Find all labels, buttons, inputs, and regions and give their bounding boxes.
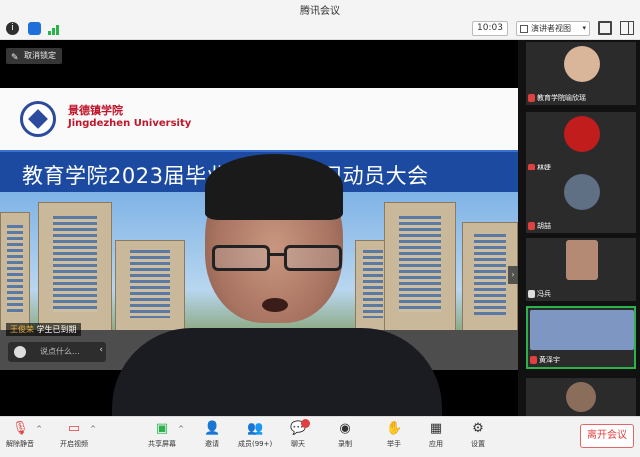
participant-name: 教育学院喻欣瑶 — [537, 94, 586, 102]
participant-name: 胡喆 — [537, 222, 551, 230]
participant-tile[interactable]: 教育学院喻欣瑶 — [526, 42, 636, 105]
university-logo — [20, 101, 56, 137]
chat-button[interactable]: 💬 聊天 — [290, 419, 310, 449]
avatar — [566, 382, 596, 412]
university-name-cn: 景德镇学院 — [68, 104, 123, 117]
chevron-down-icon: ▾ — [582, 24, 586, 32]
speaker-name-tag: 王俊荣 学生已到期 — [6, 323, 81, 336]
view-mode-dropdown[interactable]: 演讲者视图 ▾ — [516, 21, 590, 36]
start-video-label: 开启视频 — [60, 440, 88, 448]
participant-tile[interactable]: 胡喆 — [526, 170, 636, 233]
meeting-window: 腾讯会议 i 10:03 演讲者视图 ▾ ✎ 取消锁定 景德镇学院 Jingde… — [0, 0, 640, 457]
shield-icon[interactable] — [28, 22, 41, 35]
mic-muted-icon — [528, 94, 535, 102]
layout-icon[interactable] — [620, 21, 634, 35]
speaker-mouth — [262, 298, 288, 312]
mic-muted-icon: 🎙 — [12, 421, 29, 436]
grid-icon — [520, 25, 528, 33]
avatar — [566, 240, 598, 280]
mic-muted-icon — [528, 222, 535, 230]
apps-icon: ▦ — [429, 421, 443, 436]
chevron-up-icon[interactable]: ^ — [90, 425, 96, 433]
apps-label: 应用 — [429, 440, 443, 448]
avatar — [564, 174, 600, 210]
unmute-label: 解除静音 — [6, 440, 34, 448]
unpin-button[interactable]: ✎ 取消锁定 — [6, 48, 62, 64]
raise-hand-button[interactable]: ✋ 举手 — [386, 421, 402, 449]
participant-sidebar: 教育学院喻欣瑶 林婕 胡喆 冯兵 黄泽宇 — [518, 40, 640, 416]
record-icon: ◉ — [339, 421, 351, 436]
top-toolbar: i 10:03 演讲者视图 ▾ — [0, 18, 640, 40]
settings-button[interactable]: ⚙ 设置 — [470, 421, 486, 449]
chevron-left-icon[interactable]: ‹ — [99, 345, 103, 355]
apps-button[interactable]: ▦ 应用 — [428, 421, 444, 449]
mic-icon — [528, 290, 535, 298]
start-video-button[interactable]: ▭ 开启视频 ^ — [60, 421, 96, 449]
building — [0, 212, 30, 332]
app-title: 腾讯会议 — [300, 6, 340, 17]
unpin-label: 取消锁定 — [24, 51, 56, 60]
collapse-sidebar-button[interactable]: › — [508, 266, 518, 284]
building — [384, 202, 456, 332]
info-icon[interactable]: i — [6, 22, 19, 35]
building — [38, 202, 112, 332]
main-video-stage: ✎ 取消锁定 景德镇学院 Jingdezhen University 教育学院2… — [0, 40, 518, 416]
record-button[interactable]: ◉ 录制 — [337, 421, 353, 449]
meeting-clock: 10:03 — [472, 21, 508, 36]
speaker-name: 王俊荣 — [10, 325, 34, 334]
chat-label: 聊天 — [291, 440, 305, 448]
unmute-button[interactable]: 🎙 解除静音 ^ — [6, 421, 42, 449]
participant-name: 冯兵 — [537, 290, 551, 298]
meeting-controls: 🎙 解除静音 ^ ▭ 开启视频 ^ ▣ 共享屏幕 ^ 👤 邀请 👥 成员(99+… — [0, 416, 640, 457]
settings-label: 设置 — [471, 440, 485, 448]
avatar — [530, 310, 634, 350]
chat-placeholder: 说点什么... — [40, 347, 80, 356]
invite-button[interactable]: 👤 邀请 — [204, 421, 220, 449]
speaker-body — [112, 328, 442, 416]
participant-tile[interactable]: 冯兵 — [526, 238, 636, 301]
participant-tile[interactable] — [526, 378, 636, 416]
members-icon: 👥 — [247, 421, 264, 436]
chat-badge — [301, 419, 310, 428]
quick-chat-input[interactable]: 说点什么... ‹ — [8, 342, 106, 362]
emoji-icon[interactable] — [14, 346, 26, 358]
avatar — [564, 116, 600, 152]
view-mode-label: 演讲者视图 — [531, 24, 571, 33]
university-name-en: Jingdezhen University — [68, 118, 192, 129]
members-button[interactable]: 👥 成员(99+) — [238, 421, 272, 449]
speaker-status: 学生已到期 — [36, 325, 77, 334]
raise-hand-label: 举手 — [387, 440, 401, 448]
chevron-up-icon[interactable]: ^ — [36, 425, 42, 433]
gear-icon: ⚙ — [472, 421, 484, 436]
title-bar: 腾讯会议 — [0, 0, 640, 18]
leave-meeting-button[interactable]: 离开会议 — [580, 424, 634, 448]
invite-label: 邀请 — [205, 440, 219, 448]
share-screen-icon: ▣ — [155, 421, 169, 436]
chat-icon: 💬 — [290, 419, 310, 437]
invite-icon: 👤 — [204, 421, 221, 436]
mic-muted-icon — [530, 356, 537, 364]
share-screen-label: 共享屏幕 — [148, 440, 176, 448]
participant-tile-active[interactable]: 黄泽宇 — [526, 306, 636, 369]
pin-icon: ✎ — [11, 53, 19, 63]
share-screen-button[interactable]: ▣ 共享屏幕 ^ — [148, 421, 184, 449]
speaker-hair — [205, 154, 343, 220]
network-signal-icon[interactable] — [48, 22, 61, 35]
raise-hand-icon: ✋ — [386, 421, 403, 436]
fullscreen-icon[interactable] — [598, 21, 612, 35]
video-off-icon: ▭ — [67, 421, 81, 436]
speaker-glasses — [212, 245, 344, 273]
chevron-up-icon[interactable]: ^ — [178, 425, 184, 433]
record-label: 录制 — [338, 440, 352, 448]
building — [115, 240, 185, 332]
avatar — [564, 46, 600, 82]
participant-tile[interactable]: 林婕 — [526, 112, 636, 175]
participant-name: 黄泽宇 — [539, 356, 560, 364]
members-label: 成员(99+) — [238, 440, 273, 448]
